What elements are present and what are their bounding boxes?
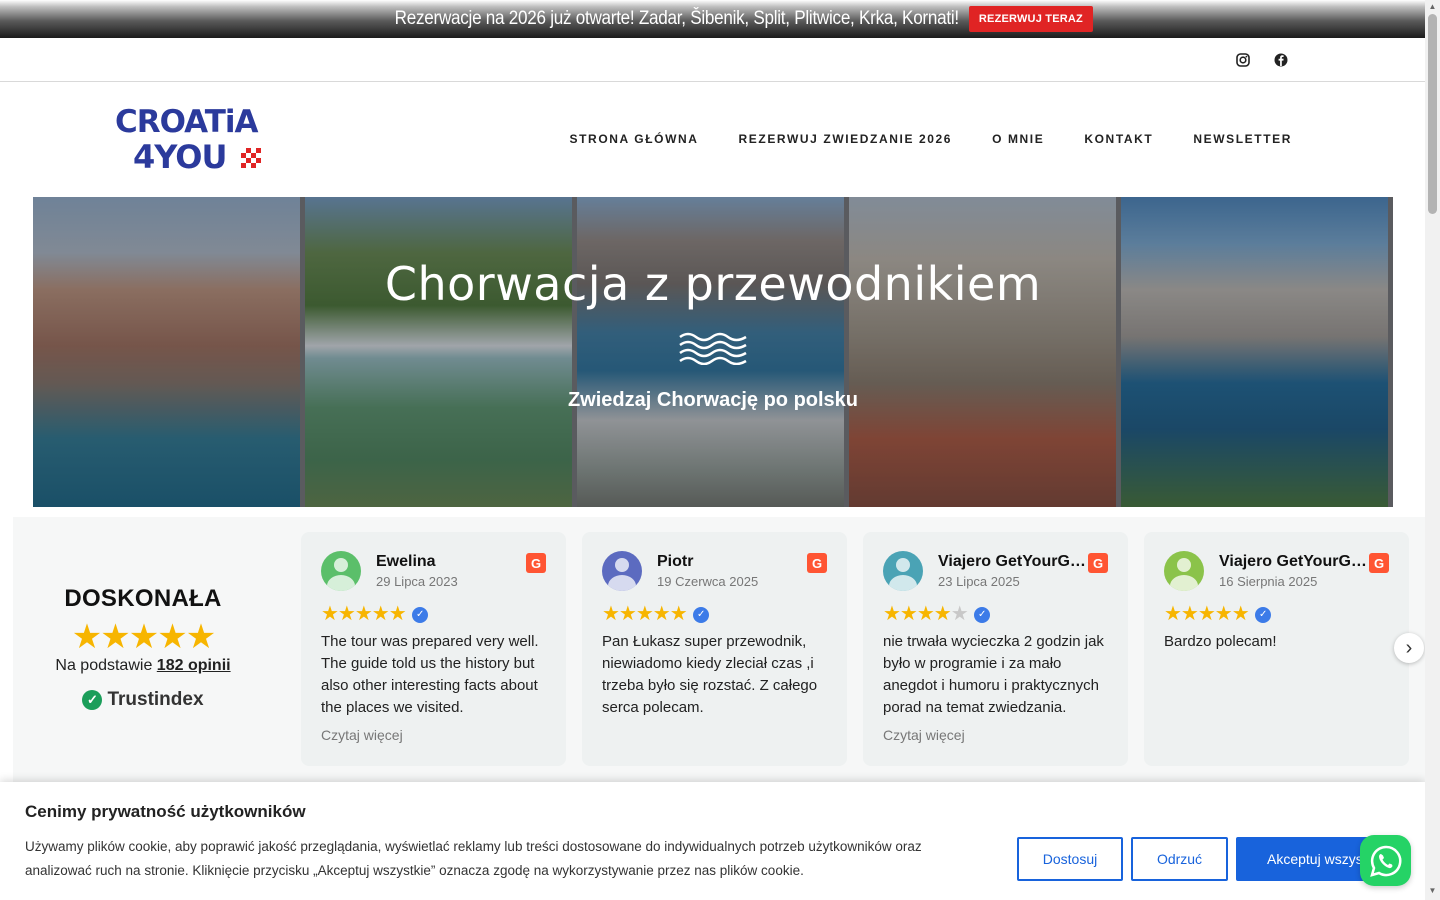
- customize-button[interactable]: Dostosuj: [1017, 837, 1123, 881]
- review-card: Viajero GetYourGuide 23 Lipca 2025 G ★★★…: [863, 532, 1128, 766]
- scroll-up-icon[interactable]: ▲: [1428, 2, 1437, 12]
- review-date: 19 Czerwca 2025: [657, 574, 759, 589]
- reviewer-name: Viajero GetYourGuide: [1219, 553, 1369, 570]
- whatsapp-button[interactable]: [1360, 835, 1411, 886]
- avatar: [321, 551, 361, 591]
- logo-line-1: CROATiA: [115, 104, 258, 140]
- review-date: 23 Lipca 2025: [938, 574, 1020, 589]
- scrollbar-thumb[interactable]: [1428, 14, 1437, 214]
- logo-line-2: 4YOU: [133, 138, 227, 176]
- trustindex-logo[interactable]: ✓ Trustindex: [43, 689, 243, 711]
- read-more-link[interactable]: Czytaj więcej: [883, 727, 965, 743]
- verified-icon: ✓: [973, 607, 990, 623]
- next-review-button[interactable]: ›: [1394, 633, 1424, 663]
- nav-item-about[interactable]: O MNIE: [992, 132, 1044, 146]
- nav-item-home[interactable]: STRONA GŁÓWNA: [570, 132, 699, 146]
- review-date: 16 Sierpnia 2025: [1219, 574, 1318, 589]
- review-stars: ★★★★★ ✓: [321, 601, 428, 626]
- rating-label: DOSKONAŁA: [64, 585, 222, 612]
- promo-text: Rezerwacje na 2026 już otwarte! Zadar, Š…: [394, 8, 959, 29]
- instagram-icon[interactable]: [1233, 50, 1253, 70]
- hero-section: Chorwacja z przewodnikiem Zwiedzaj Chorw…: [13, 197, 1413, 527]
- whatsapp-icon: [1369, 845, 1401, 877]
- verified-icon: ✓: [692, 607, 709, 623]
- reviewer-name: Viajero GetYourGuide: [938, 553, 1088, 570]
- avatar: [883, 551, 923, 591]
- avatar: [602, 551, 642, 591]
- cookie-text: Używamy plików cookie, aby poprawić jako…: [25, 839, 922, 878]
- verified-icon: ✓: [411, 607, 428, 623]
- hero-title: Chorwacja z przewodnikiem: [384, 257, 1042, 311]
- getyourguide-icon: G: [1369, 553, 1389, 573]
- book-now-button[interactable]: REZERWUJ TERAZ: [968, 6, 1093, 32]
- check-icon: ✓: [82, 690, 103, 710]
- nav-item-book-tour[interactable]: REZERWUJ ZWIEDZANIE 2026: [739, 132, 953, 146]
- rating-stars: ★★★★★: [71, 618, 216, 656]
- nav-item-newsletter[interactable]: NEWSLETTER: [1193, 132, 1292, 146]
- trustindex-label: Trustindex: [107, 689, 204, 710]
- social-strip: [0, 38, 1425, 82]
- review-card: Ewelina 29 Lipca 2023 G ★★★★★ ✓ The tour …: [301, 532, 566, 766]
- checker-mark-icon: [241, 148, 261, 168]
- site-logo[interactable]: CROATiA 4YOU: [115, 104, 285, 176]
- reviewer-name: Ewelina: [376, 553, 436, 570]
- review-date: 29 Lipca 2023: [376, 574, 458, 589]
- reject-button[interactable]: Odrzuć: [1131, 837, 1228, 881]
- page: Rezerwacje na 2026 już otwarte! Zadar, Š…: [0, 0, 1440, 900]
- main-nav: STRONA GŁÓWNA REZERWUJ ZWIEDZANIE 2026 O…: [570, 132, 1292, 146]
- facebook-icon[interactable]: [1271, 50, 1291, 70]
- review-text: Pan Łukasz super przewodnik, niewiadomo …: [602, 633, 818, 716]
- cookie-title: Cenimy prywatność użytkowników: [25, 802, 306, 821]
- reviews-count-link[interactable]: 182 opinii: [157, 657, 231, 674]
- verified-icon: ✓: [1254, 607, 1271, 623]
- promo-bar: Rezerwacje na 2026 już otwarte! Zadar, Š…: [0, 0, 1425, 38]
- review-text: Bardzo polecam!: [1164, 633, 1277, 650]
- review-card: Viajero GetYourGuide 16 Sierpnia 2025 G …: [1144, 532, 1409, 766]
- rating-basis: Na podstawie 182 opinii: [43, 657, 243, 675]
- rating-basis-prefix: Na podstawie: [55, 657, 153, 674]
- read-more-link[interactable]: Czytaj więcej: [321, 727, 403, 743]
- review-text: The tour was prepared very well. The gui…: [321, 633, 539, 716]
- nav-item-contact[interactable]: KONTAKT: [1084, 132, 1153, 146]
- avatar: [1164, 551, 1204, 591]
- waves-icon: [679, 332, 747, 365]
- review-stars: ★★★★★ ✓: [883, 601, 990, 626]
- getyourguide-icon: G: [1088, 553, 1108, 573]
- cookie-banner: Cenimy prywatność użytkowników Używamy p…: [0, 782, 1425, 900]
- getyourguide-icon: G: [526, 553, 546, 573]
- review-text: nie trwała wycieczka 2 godzin jak było w…: [883, 633, 1104, 716]
- review-card: Piotr 19 Czerwca 2025 G ★★★★★ ✓ Pan Łukas…: [582, 532, 847, 766]
- reviews-widget: DOSKONAŁA ★★★★★ Na podstawie 182 opinii …: [13, 517, 1425, 787]
- review-stars: ★★★★★ ✓: [1164, 601, 1271, 626]
- chevron-right-icon: ›: [1405, 636, 1413, 659]
- hero-subtitle: Zwiedzaj Chorwację po polsku: [567, 389, 859, 411]
- site-header: CROATiA 4YOU STRONA GŁÓWNA REZERWUJ ZWIE…: [0, 82, 1425, 197]
- scroll-down-icon[interactable]: ▼: [1428, 886, 1437, 896]
- hero-photo-collage: Chorwacja z przewodnikiem Zwiedzaj Chorw…: [33, 197, 1393, 507]
- page-scrollbar[interactable]: ▲ ▼: [1425, 0, 1440, 900]
- rating-summary: DOSKONAŁA ★★★★★ Na podstawie 182 opinii …: [43, 585, 243, 711]
- review-stars: ★★★★★ ✓: [602, 601, 709, 626]
- getyourguide-icon: G: [807, 553, 827, 573]
- reviewer-name: Piotr: [657, 553, 694, 570]
